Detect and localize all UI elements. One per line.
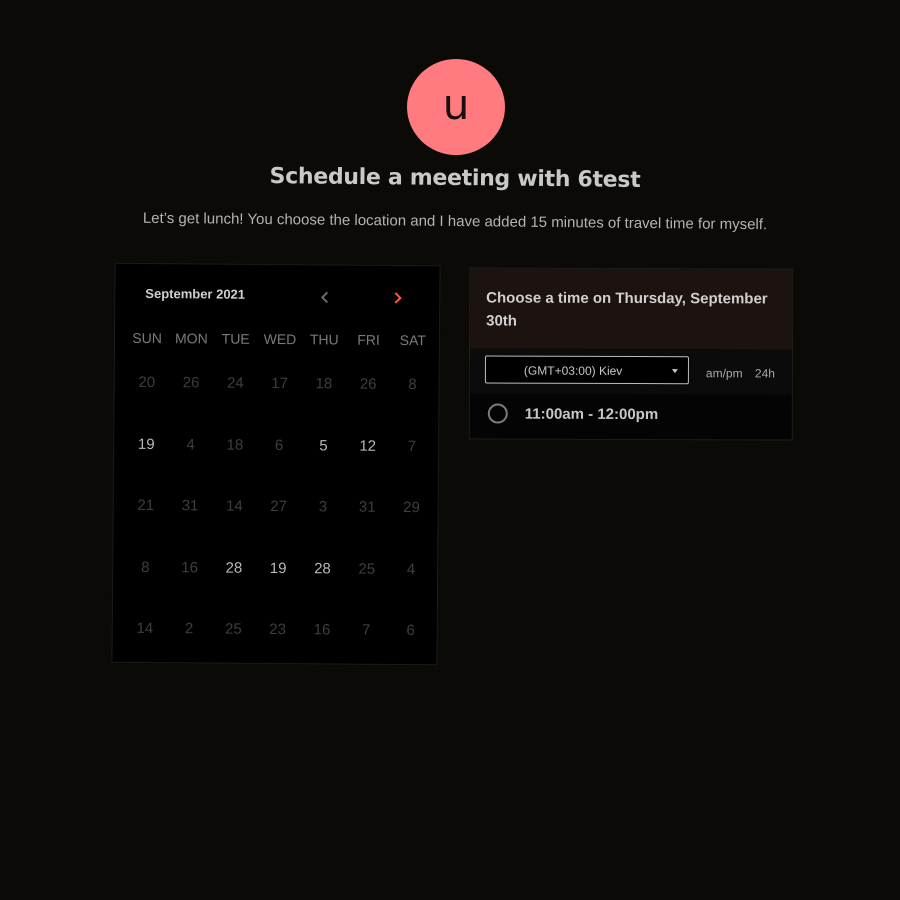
calendar-day-available[interactable]: 28 (300, 552, 345, 614)
calendar-day-unavailable: 26 (359, 375, 377, 393)
weekday-label: MON (175, 330, 208, 347)
calendar-day-unavailable: 24 (226, 374, 244, 392)
selected-date-heading: Choose a time on Thursday, September 30t… (486, 289, 768, 330)
calendar-day-unavailable: 31 (358, 498, 376, 516)
page-description: Let’s get lunch! You choose the location… (142, 209, 768, 234)
calendar-day-unavailable: 18 (226, 436, 244, 454)
booking-page: u Schedule a meeting with 6test Let’s ge… (0, 0, 900, 900)
calendar-day-unavailable: 29 (403, 499, 420, 517)
caret-down-icon (671, 369, 678, 374)
weekday-header-row: SUN MON TUE WED THU FRI SAT (125, 330, 435, 348)
calendar-day-unavailable: 17 (271, 374, 289, 393)
calendar-day-unavailable: 14 (136, 619, 154, 638)
calendar-day-unavailable: 4 (406, 560, 416, 578)
page-title: Schedule a meeting with 6test (269, 164, 641, 193)
calendar-day-unavailable: 6 (274, 436, 284, 454)
calendar-day-available[interactable]: 12 (345, 429, 390, 491)
previous-month-button[interactable] (317, 289, 333, 305)
calendar-day-available[interactable]: 19 (124, 427, 169, 489)
time-slot-panel: Choose a time on Thursday, September 30t… (468, 267, 794, 441)
calendar-day-unavailable: 16 (181, 558, 199, 576)
calendar-day-unavailable: 2 (184, 620, 194, 638)
calendar-day-available[interactable]: 19 (256, 551, 301, 613)
weekday-label: SUN (132, 329, 162, 347)
calendar-day-unavailable: 21 (137, 496, 155, 515)
timezone-select[interactable]: (GMT+03:00) Kiev (484, 355, 689, 385)
calendar-day-unavailable: 7 (407, 437, 417, 455)
calendar-day-unavailable: 14 (225, 497, 243, 515)
time-panel-header: Choose a time on Thursday, September 30t… (470, 268, 793, 350)
host-avatar: u (407, 59, 505, 155)
calendar-day-unavailable: 8 (408, 376, 417, 394)
weekday-label: SAT (399, 331, 426, 349)
timezone-row: (GMT+03:00) Kiev am/pm 24h (469, 348, 793, 395)
calendar-day-unavailable: 6 (406, 622, 415, 640)
calendar-day-unavailable: 18 (315, 375, 333, 393)
time-slot-option[interactable]: 11:00am - 12:00pm (470, 393, 792, 439)
format-ampm-toggle[interactable]: am/pm (706, 366, 743, 380)
next-month-button[interactable] (389, 290, 405, 306)
calendar-day-unavailable: 16 (313, 621, 331, 639)
calendar-day-unavailable: 23 (269, 620, 287, 639)
chevron-left-icon (320, 291, 329, 304)
weekday-label: THU (309, 331, 339, 348)
weekday-label: FRI (357, 331, 380, 348)
chevron-right-icon (394, 292, 402, 304)
format-24h-toggle[interactable]: 24h (755, 366, 775, 380)
calendar-day-unavailable: 27 (270, 497, 288, 516)
calendar-day-unavailable: 7 (362, 621, 371, 639)
radio-circle-icon[interactable] (487, 403, 508, 424)
weekday-label: WED (263, 330, 297, 348)
calendar-day-grid: 20 26 24 17 18 26 8 19 4 18 6 5 12 7 21 31 14 27 3 31 29 8 16 2… (122, 366, 434, 676)
calendar-day-unavailable: 4 (186, 435, 195, 453)
calendar-day-unavailable: 31 (181, 497, 199, 515)
calendar-day-available[interactable]: 5 (301, 429, 346, 491)
calendar-month-label: September 2021 (145, 285, 246, 302)
calendar-day-available[interactable]: 28 (211, 551, 256, 613)
time-slot-label: 11:00am - 12:00pm (524, 405, 659, 424)
calendar-day-unavailable: 25 (224, 620, 242, 638)
calendar-day-unavailable: 25 (358, 560, 376, 578)
date-picker-calendar: September 2021 SUN MON TUE WED THU FRI SAT 20 2… (111, 262, 441, 666)
calendar-day-unavailable: 8 (141, 558, 150, 576)
avatar-letter: u (442, 80, 470, 129)
weekday-label: TUE (221, 330, 250, 347)
calendar-day-unavailable: 20 (138, 373, 156, 392)
calendar-day-unavailable: 26 (182, 374, 200, 392)
calendar-day-unavailable: 3 (318, 498, 328, 516)
timezone-value: (GMT+03:00) Kiev (523, 363, 623, 378)
